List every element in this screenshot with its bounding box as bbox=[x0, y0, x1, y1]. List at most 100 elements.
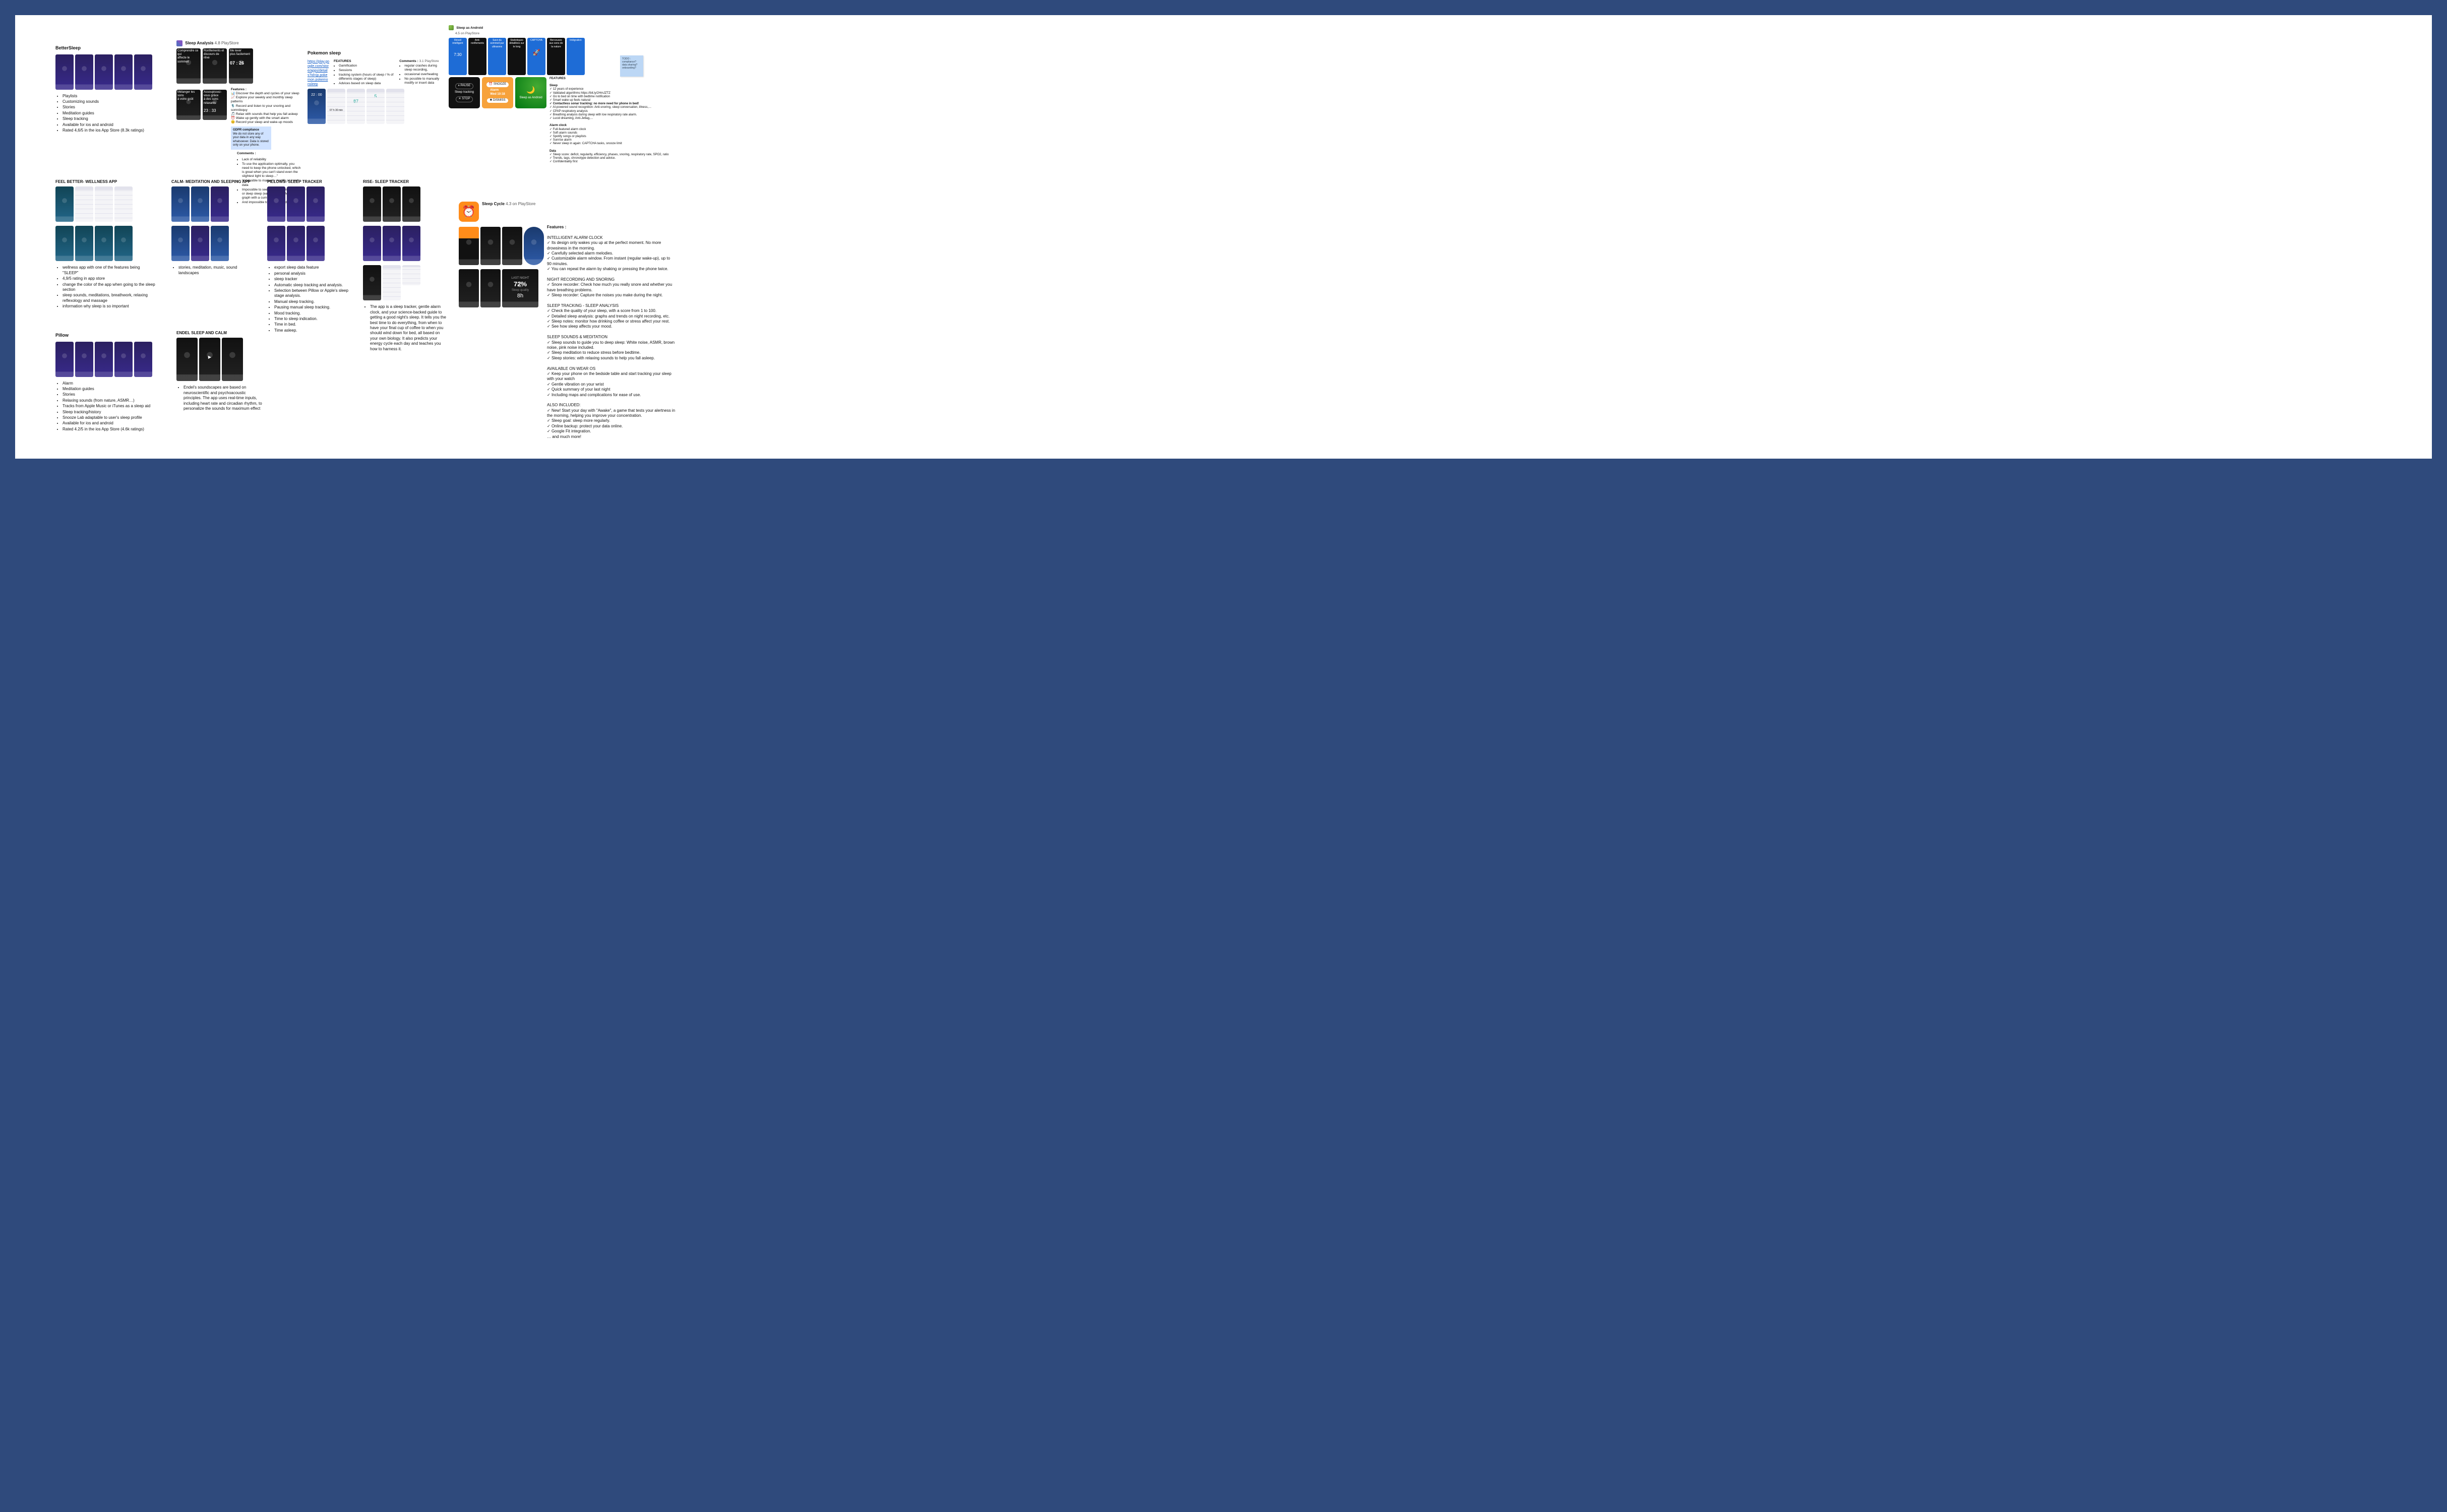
thumb-score: 5 bbox=[366, 94, 385, 100]
screenshot-thumb bbox=[114, 54, 133, 90]
list-item: tracking system (hours of sleep / % of d… bbox=[339, 73, 395, 81]
list-item: Lack of reliability bbox=[242, 158, 302, 162]
list-item: Meditation guides bbox=[63, 111, 156, 116]
section-calm: CALM- MEDITATION AND SLEEPING APP storie… bbox=[171, 176, 257, 278]
sticky-note[interactable]: TODO : compliance? data sharing? onboard… bbox=[620, 55, 643, 77]
comments-block: Comments : 3.1 PlayStore regular crashes… bbox=[399, 59, 444, 86]
screenshot-thumb bbox=[134, 342, 152, 377]
feature-line: Full-featured alarm clock bbox=[549, 128, 670, 132]
screenshot-thumb bbox=[459, 269, 479, 307]
list-item: wellness app with one of the features be… bbox=[63, 265, 156, 276]
feature-line: Google Fit integration. bbox=[547, 429, 676, 434]
list-item: Mood tracking. bbox=[274, 311, 353, 316]
screenshot-thumb bbox=[222, 338, 243, 381]
list-item: Snooze Lab adaptable to user's sleep pro… bbox=[63, 415, 156, 420]
screens bbox=[55, 186, 156, 222]
list-item: The app is a sleep tracker, gentle alarm… bbox=[370, 304, 449, 352]
screenshot-thumb bbox=[75, 342, 93, 377]
screenshot-thumb: 87 bbox=[347, 89, 365, 124]
feature-heading: INTELLIGENT ALARM CLOCK bbox=[547, 235, 603, 240]
watch-thumb bbox=[524, 227, 544, 265]
list-item: Playlists bbox=[63, 94, 156, 99]
screenshot-thumb bbox=[95, 186, 113, 222]
tile-text: à votre goût bbox=[177, 98, 194, 101]
feature-tile: Berceuses aux sons de la nature bbox=[547, 38, 565, 75]
whiteboard-canvas[interactable]: BetterSleep Playlists Customizing sounds… bbox=[15, 15, 2432, 459]
list-item: Endel's soundscapes are based on neurosc… bbox=[183, 385, 262, 411]
feature-line: Gentle vibration on your wrist bbox=[547, 382, 676, 387]
screenshot-thumb bbox=[383, 265, 401, 300]
comments-title: Comments : bbox=[399, 59, 418, 63]
feature-line: 📈 Explore your weekly and monthly sleep … bbox=[231, 96, 302, 104]
title-feelbetter: FEEL BETTER- WELLNESS APP bbox=[55, 179, 156, 184]
feature-line: Sleep notes: monitor how drinking coffee… bbox=[547, 319, 676, 324]
list-item: Automatic sleep tracking and analysis. bbox=[274, 283, 353, 288]
list-item: change the color of the app when going t… bbox=[63, 282, 156, 293]
features-title: Features : bbox=[231, 88, 247, 91]
screenshot-thumb bbox=[171, 226, 190, 261]
list-item: sleep tracker bbox=[274, 277, 353, 282]
app-header: Sleep as Android 4.5 on PlayStore bbox=[449, 25, 670, 36]
sc-features-col: Features : INTELLIGENT ALARM CLOCK Its d… bbox=[547, 225, 676, 439]
link-block: https://play.google.com/store/apps/detai… bbox=[308, 59, 330, 87]
feature-heading: NIGHT RECORDING AND SNORING bbox=[547, 277, 615, 282]
screenshot-thumb bbox=[363, 186, 381, 222]
feature-line: Contactless sonar tracking: no more need… bbox=[549, 102, 670, 106]
feature-line: Validated algorithms https://bit.ly/2HmJ… bbox=[549, 92, 670, 95]
features-title: Features : bbox=[547, 225, 566, 229]
promo-tiles-row1: Comprendre ce quiaffecte le sommeil Ronf… bbox=[176, 48, 302, 84]
tile-text: plus facilement bbox=[230, 53, 250, 56]
saa-icon bbox=[449, 25, 454, 30]
list-item: Available for ios and android bbox=[63, 122, 156, 128]
list-item: occasional overheating bbox=[404, 73, 444, 77]
lastnight-card: LAST NIGHT 72% Sleep quality 8h bbox=[502, 269, 538, 307]
tile-text: discours de rêve bbox=[204, 53, 219, 59]
app-header: Sleep Analysis 4.8 PlayStore bbox=[176, 40, 302, 46]
alarm-label: Alarm bbox=[490, 89, 499, 92]
feature-line: 🎙️ Record and listen to your snoring and… bbox=[231, 104, 302, 112]
screenshot-thumb bbox=[267, 226, 285, 261]
features-title: FEATURES bbox=[334, 59, 351, 63]
feature-line: Customizable alarm window. From instant … bbox=[547, 256, 676, 267]
title-pokemon: Pokemon sleep bbox=[308, 50, 444, 56]
screenshot-thumb bbox=[287, 226, 305, 261]
playstore-link[interactable]: https://play.google.com/store/apps/detai… bbox=[308, 59, 330, 87]
title-pillows: PILLOWS- SLEEP TRACKER bbox=[267, 179, 353, 184]
screenshot-thumb bbox=[287, 186, 305, 222]
screenshot-thumb bbox=[307, 186, 325, 222]
feature-line: Spotify songs or playlists bbox=[549, 135, 670, 139]
feature-line: Never sleep in again: CAPTCHA tasks, sno… bbox=[549, 142, 670, 146]
feature-line: Trends, tags, chronotype detection and a… bbox=[549, 157, 670, 160]
screens-bettersleep bbox=[55, 54, 156, 90]
section-pokemon: Pokemon sleep https://play.google.com/st… bbox=[308, 50, 444, 128]
lastnight-label: LAST NIGHT bbox=[511, 277, 529, 280]
list-item: Time in bed. bbox=[274, 322, 353, 327]
list-item: 4,9/5 rating in app store bbox=[63, 276, 156, 281]
list-item: Rated 4.2/5 in the ios App Store (4.6k r… bbox=[63, 427, 156, 432]
feature-line: Check the quality of your sleep, with a … bbox=[547, 308, 676, 313]
screenshot-thumb bbox=[211, 186, 229, 222]
promo-tile: Me leverplus facilement07 : 26 bbox=[229, 48, 253, 84]
screenshot-thumb bbox=[134, 54, 152, 90]
sleepcycle-icon: ⏰ bbox=[459, 202, 479, 222]
feature-line: Its design only wakes you up at the perf… bbox=[547, 240, 676, 251]
snooze-card: ⏰ SNOOZE AlarmWed 10:18 ✖ DISMISS bbox=[482, 77, 513, 108]
bullets: wellness app with one of the features be… bbox=[55, 265, 156, 309]
feature-line: Sleep stories: with relaxing sounds to h… bbox=[547, 356, 676, 361]
comments-rating: 3.1 PlayStore bbox=[419, 59, 439, 63]
screenshot-thumb bbox=[386, 89, 404, 124]
feature-line: Lucid dreaming, Anti-Jetlag,… bbox=[549, 117, 670, 120]
section-saa: Sleep as Android 4.5 on PlayStore Réveil… bbox=[449, 25, 670, 164]
screenshot-thumb bbox=[191, 226, 209, 261]
screenshot-thumb bbox=[114, 226, 133, 261]
pokemon-screens: 22 : 00 07 h 30 min 87 5 bbox=[308, 89, 444, 124]
feature-line: Snore recorder: Check how much you reall… bbox=[547, 282, 676, 293]
feature-line: Sleep score: deficit, regularity, effici… bbox=[549, 153, 670, 157]
section-endel: ENDEL SLEEP AND CALM ▶ Endel's soundscap… bbox=[176, 328, 262, 413]
feature-line: Sleep meditation to reduce stress before… bbox=[547, 350, 676, 355]
screenshot-thumb bbox=[114, 186, 133, 222]
feature-line: AI-powered sound recognition: Anti-snori… bbox=[549, 106, 670, 109]
features-block: FEATURES Gamification Sessions tracking … bbox=[334, 59, 395, 87]
app-name: Sleep Analysis bbox=[185, 41, 213, 45]
screenshot-thumb bbox=[114, 342, 133, 377]
